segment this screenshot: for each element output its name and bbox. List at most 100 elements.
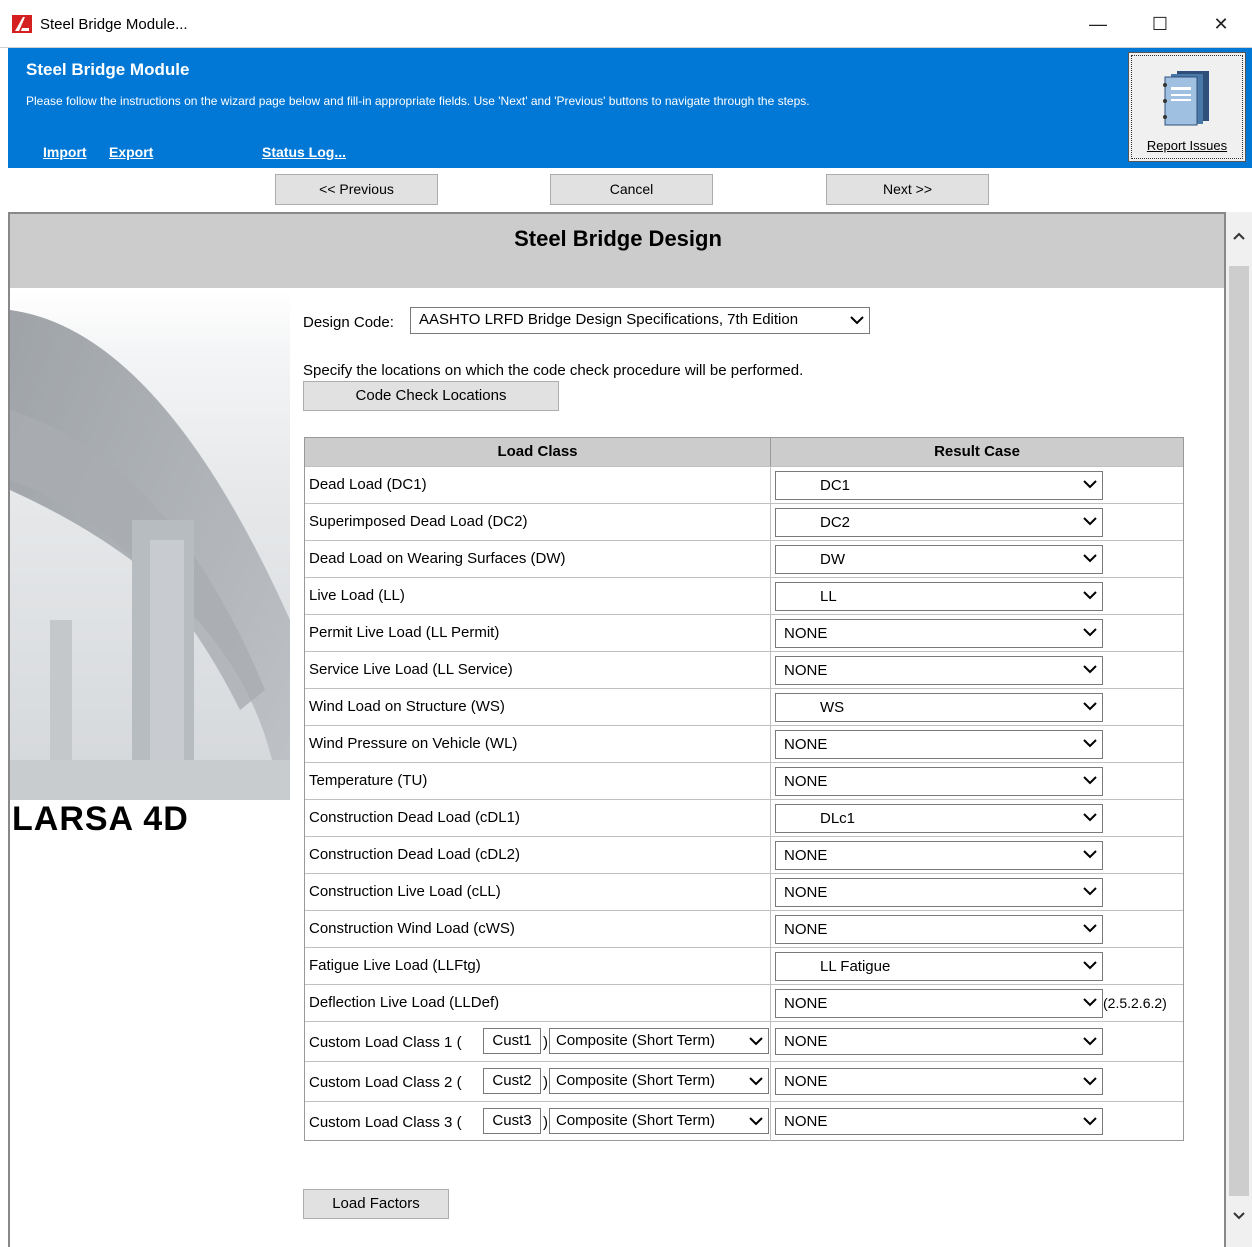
chevron-down-icon [1083,665,1097,674]
result-case-select[interactable]: DC2 [775,508,1103,537]
load-class-cell: Dead Load (DC1) [305,467,771,503]
load-class-label: Fatigue Live Load (LLFtg) [309,957,481,974]
custom-load-name-input[interactable]: Cust3 [483,1108,541,1134]
previous-button[interactable]: << Previous [275,174,438,205]
page-title: Steel Bridge Design [514,226,722,251]
result-case-select[interactable]: LL [775,582,1103,611]
load-class-cell: Deflection Live Load (LLDef) [305,985,771,1021]
result-case-value: LL [820,588,837,605]
load-class-cell: Construction Dead Load (cDL2) [305,837,771,873]
maximize-button[interactable]: ☐ [1137,8,1183,40]
load-class-cell: Custom Load Class 3 (Cust3) Composite (Sh… [305,1102,771,1141]
chevron-down-icon [1083,739,1097,748]
result-case-select[interactable]: NONE [775,1068,1103,1095]
wizard-banner: Steel Bridge Module Please follow the in… [8,48,1252,168]
custom-load-name-input[interactable]: Cust2 [483,1068,541,1094]
result-case-select[interactable]: NONE [775,619,1103,648]
minimize-button[interactable]: — [1075,8,1121,40]
result-case-select[interactable]: LL Fatigue [775,952,1103,981]
chevron-down-icon [1083,480,1097,489]
scrollbar-thumb[interactable] [1229,266,1249,1196]
export-link[interactable]: Export [109,144,153,160]
import-link[interactable]: Import [43,144,87,160]
design-code-value: AASHTO LRFD Bridge Design Specifications… [419,311,799,328]
result-case-value: NONE [784,773,828,790]
load-class-label: Wind Load on Structure (WS) [309,698,505,715]
result-case-select[interactable]: NONE [775,730,1103,759]
load-class-label: Construction Dead Load (cDL2) [309,846,520,863]
load-class-cell: Temperature (TU) [305,763,771,799]
load-class-label: Construction Wind Load (cWS) [309,920,515,937]
load-class-cell: Dead Load on Wearing Surfaces (DW) [305,541,771,577]
custom-load-type-select[interactable]: Composite (Short Term) [549,1068,769,1094]
table-row: Dead Load on Wearing Surfaces (DW) DW [305,540,1183,577]
chevron-down-icon [1083,554,1097,563]
custom-load-type-select[interactable]: Composite (Short Term) [549,1108,769,1134]
load-class-cell: Live Load (LL) [305,578,771,614]
design-code-select[interactable]: AASHTO LRFD Bridge Design Specifications… [410,307,870,334]
table-row: Construction Dead Load (cDL1) DLc1 [305,799,1183,836]
report-issues-button[interactable]: Report Issues [1128,52,1246,162]
result-case-value: NONE [784,995,828,1012]
bridge-image [10,290,290,800]
window-title: Steel Bridge Module... [40,16,188,33]
page-header: Steel Bridge Design [10,214,1224,288]
table-row: Deflection Live Load (LLDef) NONE (2.5.2.6… [305,984,1183,1021]
result-case-select[interactable]: NONE [775,878,1103,907]
cancel-button[interactable]: Cancel [550,174,713,205]
table-row: Temperature (TU) NONE [305,762,1183,799]
load-factors-button[interactable]: Load Factors [303,1189,449,1219]
result-case-select[interactable]: NONE [775,841,1103,870]
result-case-select[interactable]: DLc1 [775,804,1103,833]
load-class-label: Wind Pressure on Vehicle (WL) [309,735,518,752]
custom-load-type-select[interactable]: Composite (Short Term) [549,1028,769,1054]
chevron-down-icon [1083,591,1097,600]
result-case-select[interactable]: DW [775,545,1103,574]
custom-load-paren: ) [543,1114,548,1131]
custom-load-paren: ) [543,1034,548,1051]
chevron-down-icon [1083,850,1097,859]
custom-load-name-input[interactable]: Cust1 [483,1028,541,1054]
status-log-link[interactable]: Status Log... [262,144,346,160]
code-check-locations-button[interactable]: Code Check Locations [303,381,559,411]
load-class-label: Dead Load on Wearing Surfaces (DW) [309,550,566,567]
load-class-label: Dead Load (DC1) [309,476,427,493]
result-case-select[interactable]: WS [775,693,1103,722]
result-case-value: NONE [784,736,828,753]
load-class-cell: Wind Pressure on Vehicle (WL) [305,726,771,762]
load-class-label: Live Load (LL) [309,587,405,604]
result-case-select[interactable]: NONE [775,1028,1103,1055]
next-button[interactable]: Next >> [826,174,989,205]
result-case-value: DC2 [820,514,851,531]
banner-title: Steel Bridge Module [26,60,190,79]
table-row: Service Live Load (LL Service) NONE [305,651,1183,688]
result-case-select[interactable]: NONE [775,767,1103,796]
scroll-up-arrow-icon[interactable] [1226,230,1252,256]
larsa-app-icon [12,15,32,33]
load-class-cell: Service Live Load (LL Service) [305,652,771,688]
table-row: Construction Wind Load (cWS) NONE [305,910,1183,947]
chevron-down-icon [1083,1037,1097,1046]
chevron-down-icon [1083,702,1097,711]
result-case-select[interactable]: NONE [775,915,1103,944]
chevron-down-icon [1083,1077,1097,1086]
chevron-down-icon [1083,776,1097,785]
result-case-value: NONE [784,662,828,679]
report-issues-label: Report Issues [1146,138,1228,153]
result-case-value: NONE [784,884,828,901]
result-case-select[interactable]: NONE [775,1108,1103,1135]
chevron-down-icon [1083,628,1097,637]
result-case-value: NONE [784,625,828,642]
load-class-table: Load Class Result Case Dead Load (DC1) DC… [304,437,1184,1141]
table-row: Construction Dead Load (cDL2) NONE [305,836,1183,873]
table-row: Permit Live Load (LL Permit) NONE [305,614,1183,651]
result-case-select[interactable]: NONE [775,989,1103,1018]
close-button[interactable]: ✕ [1198,8,1244,40]
result-case-select[interactable]: NONE [775,656,1103,685]
result-case-value: LL Fatigue [820,958,891,975]
scroll-down-arrow-icon[interactable] [1226,1210,1252,1236]
result-case-value: DW [820,551,845,568]
chevron-down-icon [1083,924,1097,933]
vertical-scrollbar[interactable] [1226,212,1252,1247]
result-case-select[interactable]: DC1 [775,471,1103,500]
